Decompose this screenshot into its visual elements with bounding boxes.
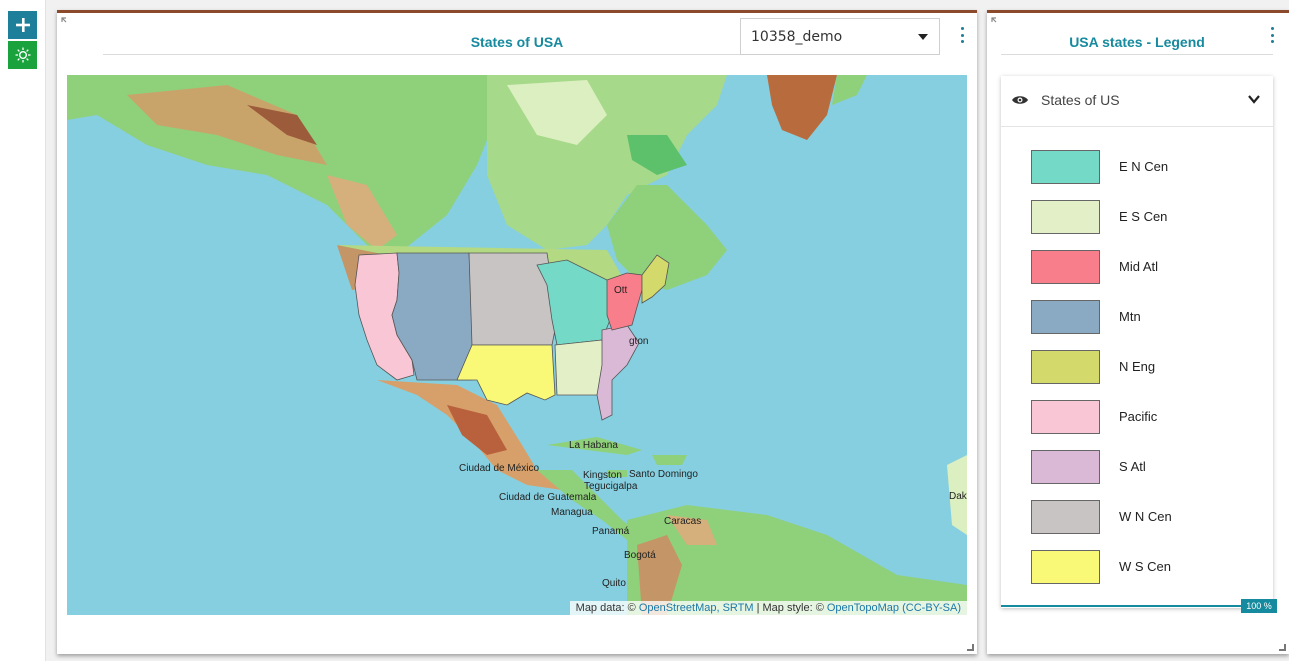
city-label: Caracas xyxy=(664,516,702,527)
legend-card: States of US E N Cen E S Cen Mid Atl Mtn N E… xyxy=(1001,76,1273,608)
legend-label: E S Cen xyxy=(1119,209,1168,224)
legend-swatch xyxy=(1031,350,1100,384)
sun-icon xyxy=(15,47,30,63)
legend-swatch xyxy=(1031,550,1100,584)
osm-link[interactable]: OpenStreetMap, SRTM xyxy=(639,602,754,614)
plus-icon xyxy=(15,18,30,32)
theme-toggle-button[interactable] xyxy=(8,41,37,69)
legend-item: S Atl xyxy=(1031,450,1261,484)
new-england-region xyxy=(641,254,670,304)
states-layer xyxy=(354,252,670,421)
city-label: Ott xyxy=(614,285,628,296)
legend-swatch xyxy=(1031,300,1100,334)
legend-swatch xyxy=(1031,150,1100,184)
city-label: Ciudad de Guatemala xyxy=(499,492,597,503)
title-divider xyxy=(1001,54,1273,55)
legend-item: E S Cen xyxy=(1031,200,1261,234)
legend-layer-name: States of US xyxy=(1041,92,1120,108)
legend-label: Mid Atl xyxy=(1119,259,1159,274)
resize-handle-icon[interactable] xyxy=(967,644,974,651)
city-label: Ciudad de México xyxy=(459,463,540,474)
city-label: Dak xyxy=(949,491,967,502)
layer-select-value: 10358_demo xyxy=(751,28,843,45)
city-label: gton xyxy=(629,336,649,347)
caret-down-icon xyxy=(918,34,928,40)
expand-icon[interactable] xyxy=(61,17,73,29)
west-south-central-region xyxy=(456,344,556,406)
legend-item: Mtn xyxy=(1031,300,1261,334)
legend-item: Pacific xyxy=(1031,400,1261,434)
middle-atlantic-region xyxy=(606,272,643,331)
map-panel: States of USA 10358_demo La Habana Ciuda… xyxy=(57,10,977,654)
city-label: Tegucigalpa xyxy=(584,481,638,492)
legend-label: Mtn xyxy=(1119,309,1141,324)
city-label: La Habana xyxy=(569,440,618,451)
license-link[interactable]: (CC-BY-SA) xyxy=(902,602,961,614)
legend-item: Mid Atl xyxy=(1031,250,1261,284)
legend-swatch xyxy=(1031,400,1100,434)
layer-select[interactable]: 10358_demo xyxy=(740,18,940,55)
legend-label: S Atl xyxy=(1119,459,1146,474)
legend-item: N Eng xyxy=(1031,350,1261,384)
city-label: Managua xyxy=(551,507,593,518)
legend-label: W N Cen xyxy=(1119,509,1172,524)
legend-label: E N Cen xyxy=(1119,159,1169,174)
legend-label: W S Cen xyxy=(1119,559,1172,574)
city-label: Quito xyxy=(602,578,626,589)
expand-icon[interactable] xyxy=(991,17,1003,29)
city-label: Bogotá xyxy=(624,550,656,561)
opentopomap-link[interactable]: OpenTopoMap xyxy=(827,602,899,614)
resize-handle-icon[interactable] xyxy=(1279,644,1286,651)
legend-panel-menu-icon[interactable] xyxy=(1269,27,1275,43)
legend-panel: USA states - Legend States of US E N Cen… xyxy=(987,10,1289,654)
legend-label: N Eng xyxy=(1119,359,1156,374)
city-label: Santo Domingo xyxy=(629,469,698,480)
city-label: Kingston xyxy=(583,470,622,481)
eye-icon[interactable] xyxy=(1011,94,1029,106)
legend-label: Pacific xyxy=(1119,409,1158,424)
left-toolbar xyxy=(0,0,46,661)
city-label: Panamá xyxy=(592,526,630,537)
legend-item: W N Cen xyxy=(1031,500,1261,534)
legend-layer-header[interactable]: States of US xyxy=(1001,76,1273,127)
legend-item: E N Cen xyxy=(1031,150,1261,184)
legend-swatch xyxy=(1031,200,1100,234)
chevron-down-icon[interactable] xyxy=(1247,92,1261,106)
map-canvas[interactable]: La Habana Ciudad de México Kingston Sant… xyxy=(67,75,967,615)
legend-item: W S Cen xyxy=(1031,550,1261,584)
add-widget-button[interactable] xyxy=(8,11,37,39)
legend-swatch xyxy=(1031,500,1100,534)
progress-bar xyxy=(1001,605,1241,607)
map-attribution: Map data: © OpenStreetMap, SRTM | Map st… xyxy=(569,601,967,615)
map-panel-menu-icon[interactable] xyxy=(959,27,965,43)
legend-swatch xyxy=(1031,250,1100,284)
legend-panel-title: USA states - Legend xyxy=(1069,34,1205,50)
progress-badge: 100 % xyxy=(1241,599,1277,613)
legend-swatch xyxy=(1031,450,1100,484)
